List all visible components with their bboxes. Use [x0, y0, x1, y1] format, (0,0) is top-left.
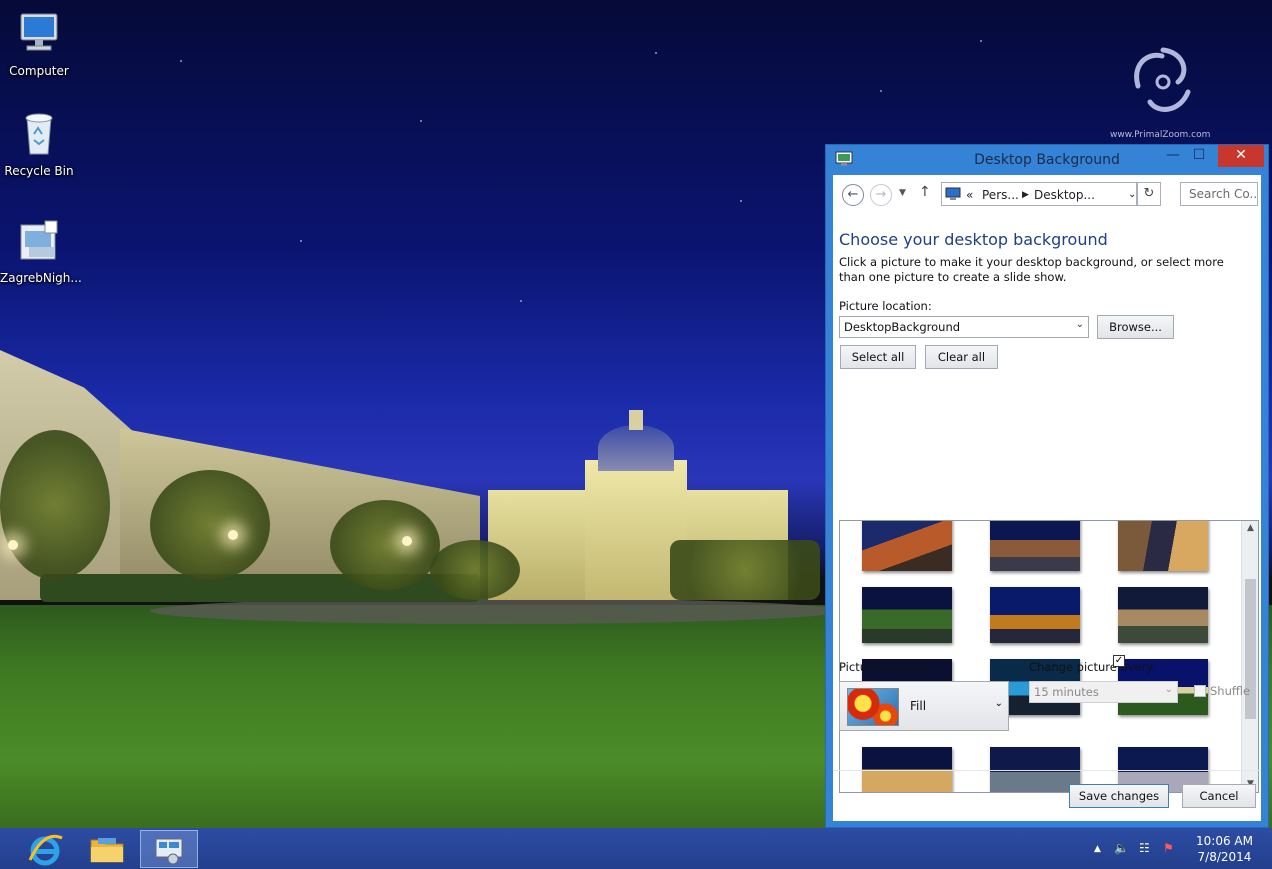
computer-icon: [20, 13, 58, 51]
clock-date: 7/8/2014: [1197, 850, 1252, 864]
back-arrow-icon: ←: [847, 187, 859, 202]
maximize-button[interactable]: ☐: [1186, 145, 1212, 167]
recent-locations-chevron-icon[interactable]: ▼: [899, 188, 906, 198]
forward-button[interactable]: →: [870, 184, 892, 206]
taskbar-file-explorer[interactable]: [78, 830, 136, 868]
watermark-text: www.PrimalZoom.com: [1110, 130, 1211, 140]
star: [520, 300, 522, 302]
star: [420, 120, 422, 122]
search-input[interactable]: Search Co...: [1180, 182, 1258, 206]
shuffle-label: Shuffle: [1210, 684, 1251, 698]
wallpaper-thumbnail[interactable]: [990, 587, 1080, 643]
show-hidden-icons-chevron-icon[interactable]: ▲: [1094, 844, 1101, 854]
title-bar[interactable]: Desktop Background — ☐ ✕: [826, 145, 1268, 174]
footer-divider: [833, 770, 1261, 771]
change-interval-select: 15 minutes ⌄: [1029, 681, 1178, 703]
select-all-button[interactable]: Select all: [840, 345, 916, 369]
close-button[interactable]: ✕: [1218, 145, 1264, 167]
refresh-icon: ↻: [1143, 186, 1155, 201]
star: [740, 200, 742, 202]
change-picture-every-label: Change picture every:: [1029, 660, 1157, 674]
wallpaper-thumbnail[interactable]: [862, 587, 952, 643]
change-interval-value: 15 minutes: [1034, 685, 1099, 699]
scrollbar-thumb[interactable]: [1245, 579, 1256, 719]
desktop-icon-computer[interactable]: Computer: [0, 10, 78, 78]
vertical-scrollbar[interactable]: ▲ ▼: [1241, 521, 1258, 792]
chevron-down-icon: ⌄: [994, 698, 1003, 709]
picture-location-select[interactable]: DesktopBackground ⌄: [839, 316, 1089, 338]
flower-preview-icon: [847, 688, 899, 726]
street-lamp: [402, 536, 412, 546]
primalzoom-logo-icon: [1134, 47, 1191, 112]
desktop-icon-label: Computer: [9, 64, 69, 78]
scroll-up-icon[interactable]: ▲: [1242, 523, 1258, 533]
tree: [430, 540, 520, 600]
window-content: ← → ▼ ↑ « Pers... ▶ Desktop... ⌄ ↻ Searc…: [833, 175, 1261, 821]
recycle-bin-icon: [25, 113, 53, 155]
address-dropdown-icon[interactable]: ⌄: [1128, 189, 1136, 200]
desktop-icon-theme-pack[interactable]: ZagrebNigh...: [0, 217, 82, 285]
volume-icon[interactable]: 🔈: [1114, 841, 1129, 855]
street-lamp: [228, 530, 238, 540]
refresh-button[interactable]: ↻: [1137, 182, 1161, 206]
save-changes-button[interactable]: Save changes: [1069, 784, 1169, 808]
clock-time: 10:06 AM: [1196, 834, 1253, 848]
forward-arrow-icon: →: [875, 187, 887, 202]
shuffle-checkbox: [1194, 685, 1206, 697]
taskbar-internet-explorer[interactable]: [16, 830, 74, 868]
picture-position-value: Fill: [910, 699, 927, 713]
page-description: Click a picture to make it your desktop …: [839, 255, 1224, 284]
picture-position-select[interactable]: Fill ⌄: [839, 681, 1009, 731]
breadcrumb-separator-icon: ▶: [1022, 190, 1029, 200]
wallpaper-thumbnail[interactable]: [1118, 521, 1208, 571]
desktop-icon-label: ZagrebNigh...: [0, 271, 82, 285]
back-button[interactable]: ←: [842, 184, 864, 206]
checkbox-checked-icon[interactable]: ✓: [1113, 655, 1125, 667]
tree: [150, 470, 270, 580]
breadcrumb-desktop-background[interactable]: Desktop...: [1034, 188, 1095, 202]
system-clock[interactable]: 10:06 AM 7/8/2014: [1196, 833, 1253, 865]
chevron-down-icon: ⌄: [1075, 319, 1084, 330]
taskbar-control-panel[interactable]: [140, 830, 198, 868]
clear-all-button[interactable]: Clear all: [925, 345, 998, 369]
breadcrumb-prefix: «: [966, 188, 974, 202]
picture-list[interactable]: ✓ ▲ ▼: [839, 520, 1259, 793]
wallpaper-thumbnail[interactable]: [990, 521, 1080, 571]
theme-pack-icon: [20, 220, 58, 260]
page-title: Choose your desktop background: [839, 230, 1108, 249]
picture-location-value: DesktopBackground: [844, 320, 961, 334]
picture-position-label: Picture position:: [839, 660, 932, 674]
address-bar[interactable]: « Pers... ▶ Desktop... ⌄: [941, 182, 1137, 206]
chevron-down-icon: ⌄: [1164, 684, 1173, 695]
tree: [330, 500, 440, 590]
desktop-icon-label: Recycle Bin: [4, 164, 74, 178]
minimize-button[interactable]: —: [1160, 145, 1186, 167]
star: [655, 52, 657, 54]
star: [980, 40, 982, 42]
folder-icon: [90, 838, 124, 863]
wallpaper-thumbnail[interactable]: [1118, 587, 1208, 643]
wallpaper-thumbnail[interactable]: [862, 521, 952, 571]
desktop-background-window: Desktop Background — ☐ ✕ ← → ▼ ↑ « Pers.…: [825, 144, 1269, 828]
taskbar: ▲ 🔈 ☷ ⚑ 10:06 AM 7/8/2014: [0, 828, 1272, 869]
tree: [670, 540, 820, 600]
browse-button[interactable]: Browse...: [1097, 315, 1174, 339]
street-lamp: [8, 540, 18, 550]
up-arrow-icon[interactable]: ↑: [919, 184, 931, 200]
picture-location-label: Picture location:: [839, 299, 932, 313]
cancel-button[interactable]: Cancel: [1182, 784, 1256, 808]
network-icon[interactable]: ☷: [1139, 841, 1150, 855]
personalize-icon: [155, 838, 183, 865]
star: [880, 90, 882, 92]
desktop-icon-recycle-bin[interactable]: Recycle Bin: [0, 110, 78, 178]
action-center-alert-icon[interactable]: ⚑: [1163, 841, 1174, 855]
tree: [0, 430, 110, 580]
breadcrumb-personalization[interactable]: Pers...: [982, 188, 1019, 202]
star: [300, 240, 302, 242]
star: [180, 60, 182, 62]
control-panel-icon: [945, 187, 961, 200]
pavilion-spire: [629, 410, 643, 430]
pavilion-dome: [598, 425, 674, 471]
internet-explorer-icon: [28, 834, 63, 866]
